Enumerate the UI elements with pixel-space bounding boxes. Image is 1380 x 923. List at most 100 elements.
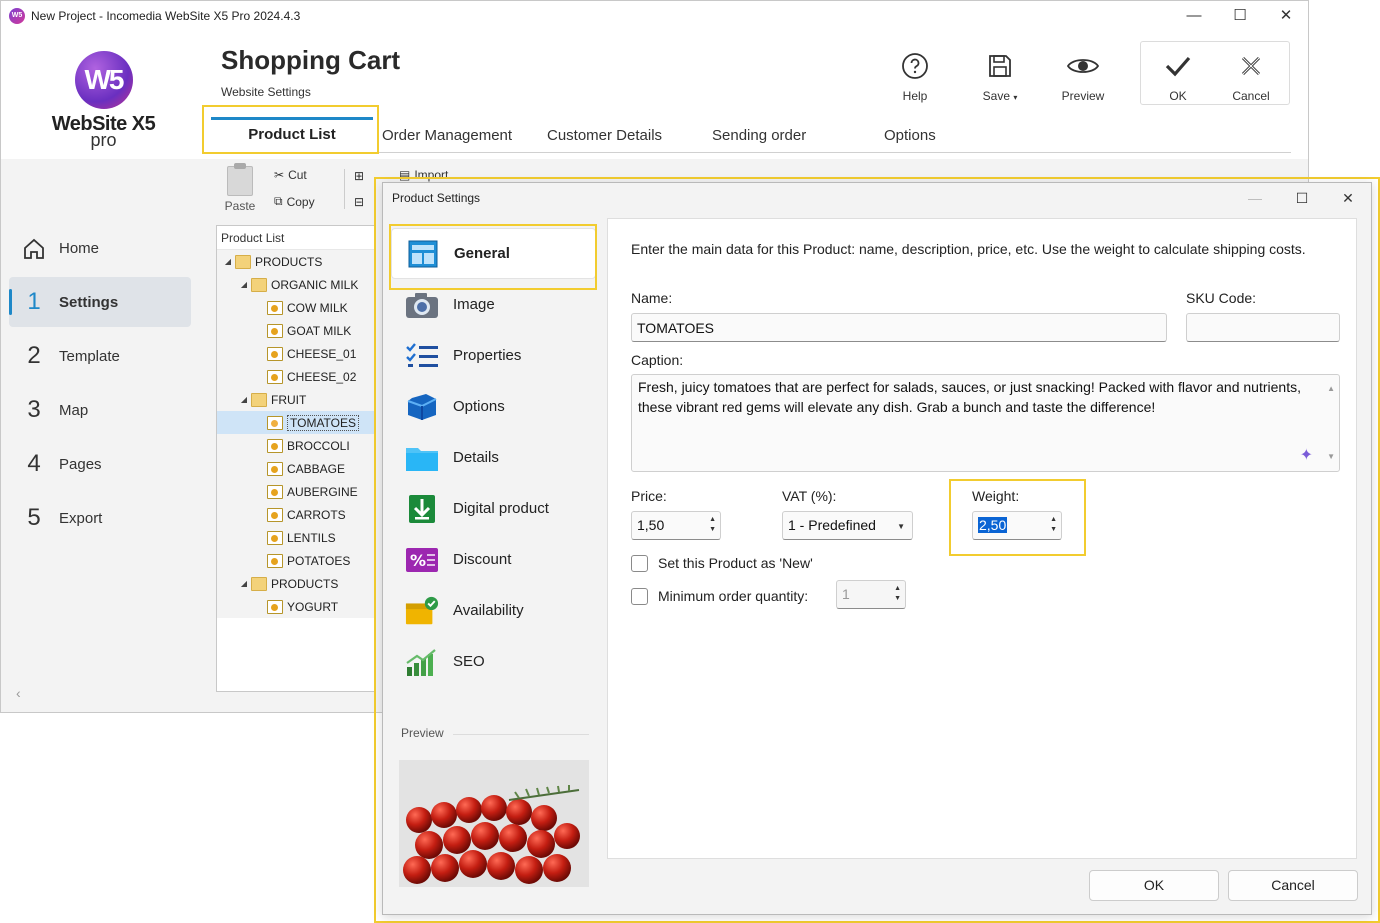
copy-button[interactable]: ⧉ Copy xyxy=(274,194,315,209)
min-order-stepper[interactable]: 1 ▲ ▼ xyxy=(836,580,906,609)
box-check-icon xyxy=(405,596,439,626)
tree-folder[interactable]: ◢ ORGANIC MILK xyxy=(217,273,375,296)
ok-button[interactable]: OK xyxy=(1148,49,1208,109)
dialog-nav-label: Discount xyxy=(453,551,512,568)
product-icon xyxy=(267,346,283,361)
scissors-icon: ✂ xyxy=(274,168,285,182)
spin-arrows-icon[interactable]: ▲ ▼ xyxy=(1050,515,1057,535)
tree-item[interactable]: YOGURT xyxy=(217,595,375,618)
price-stepper[interactable]: 1,50 ▲ ▼ xyxy=(631,511,721,540)
name-label: Name: xyxy=(631,290,673,306)
dialog-nav-seo[interactable]: SEO xyxy=(391,636,596,687)
sidebar-item-label: Template xyxy=(59,347,120,365)
sidebar-item-map[interactable]: 3 Map xyxy=(9,385,191,435)
spin-arrows-icon[interactable]: ▲ ▼ xyxy=(894,584,901,604)
tree-item[interactable]: LENTILS xyxy=(217,526,375,549)
dialog-nav-digital-product[interactable]: Digital product xyxy=(391,483,596,534)
collapse-sidebar-icon[interactable]: ‹ xyxy=(16,685,21,701)
tree-item[interactable]: COW MILK xyxy=(217,296,375,319)
dialog-nav-general[interactable]: General xyxy=(391,228,596,279)
remove-item-icon[interactable]: ⊟ xyxy=(354,195,364,209)
save-button[interactable]: Save ▾ xyxy=(970,49,1030,109)
folder-icon xyxy=(405,443,439,473)
tree-item-label: BROCCOLI xyxy=(287,438,350,453)
price-value: 1,50 xyxy=(637,517,665,533)
cut-button[interactable]: ✂ Cut xyxy=(274,168,307,182)
scroll-down-icon[interactable]: ▼ xyxy=(1327,447,1335,467)
sidebar-item-export[interactable]: 5 Export xyxy=(9,493,191,543)
preview-button[interactable]: Preview xyxy=(1053,49,1113,109)
expand-arrow-icon[interactable]: ◢ xyxy=(237,280,251,289)
sidebar-item-pages[interactable]: 4 Pages xyxy=(9,439,191,489)
min-order-checkbox[interactable] xyxy=(631,588,648,605)
expand-arrow-icon[interactable]: ◢ xyxy=(237,579,251,588)
folder-icon xyxy=(251,277,267,292)
dialog-cancel-button[interactable]: Cancel xyxy=(1228,870,1358,901)
maximize-button[interactable]: ☐ xyxy=(1217,4,1263,28)
dialog-nav-details[interactable]: Details xyxy=(391,432,596,483)
tab-order-management[interactable]: Order Management xyxy=(382,127,512,144)
tab-product-list[interactable]: Product List xyxy=(206,117,378,153)
checkmark-icon xyxy=(1148,49,1208,83)
cancel-label: Cancel xyxy=(1232,89,1270,103)
dialog-nav-options[interactable]: Options xyxy=(391,381,596,432)
minimize-button[interactable]: — xyxy=(1171,4,1217,28)
weight-value: 2,50 xyxy=(978,517,1008,533)
tree-item[interactable]: BROCCOLI xyxy=(217,434,375,457)
general-panel: Enter the main data for this Product: na… xyxy=(607,218,1357,859)
dialog-ok-button[interactable]: OK xyxy=(1089,870,1219,901)
product-icon xyxy=(267,415,283,430)
tree-item[interactable]: CHEESE_01 xyxy=(217,342,375,365)
dialog-nav-discount[interactable]: % Discount xyxy=(391,534,596,585)
dialog-nav-properties[interactable]: Properties xyxy=(391,330,596,381)
help-button[interactable]: Help xyxy=(885,49,945,109)
new-product-checkbox[interactable] xyxy=(631,555,648,572)
tree-folder[interactable]: ◢ PRODUCTS xyxy=(217,250,375,273)
dialog-maximize-button[interactable]: ☐ xyxy=(1282,187,1322,209)
sidebar-item-template[interactable]: 2 Template xyxy=(9,331,191,381)
tree-item[interactable]: AUBERGINE xyxy=(217,480,375,503)
product-preview-image xyxy=(399,760,589,887)
weight-label: Weight: xyxy=(972,488,1020,504)
dialog-close-button[interactable]: ✕ xyxy=(1328,187,1368,209)
folder-icon xyxy=(235,254,251,269)
add-item-icon[interactable]: ⊞ xyxy=(354,169,364,183)
name-input[interactable] xyxy=(631,313,1167,342)
caption-textarea[interactable]: Fresh, juicy tomatoes that are perfect f… xyxy=(631,374,1340,472)
sidebar-item-label: Settings xyxy=(59,293,119,311)
tab-sending-order[interactable]: Sending order xyxy=(712,127,806,144)
cancel-button[interactable]: Cancel xyxy=(1221,49,1281,109)
tree-folder[interactable]: ◢ FRUIT xyxy=(217,388,375,411)
sidebar-item-settings[interactable]: 1 Settings xyxy=(9,277,191,327)
dialog-nav-availability[interactable]: Availability xyxy=(391,585,596,636)
sidebar-item-home[interactable]: Home xyxy=(9,223,191,273)
app-icon: W5 xyxy=(9,8,25,24)
preview-label: Preview xyxy=(1061,89,1105,103)
tree-folder[interactable]: ◢ PRODUCTS xyxy=(217,572,375,595)
weight-stepper[interactable]: 2,50 ▲ ▼ xyxy=(972,511,1062,540)
tree-item[interactable]: CARROTS xyxy=(217,503,375,526)
expand-arrow-icon[interactable]: ◢ xyxy=(237,395,251,404)
close-button[interactable]: ✕ xyxy=(1263,4,1309,28)
camera-icon xyxy=(405,290,439,320)
tab-customer-details[interactable]: Customer Details xyxy=(547,127,662,144)
spin-arrows-icon[interactable]: ▲ ▼ xyxy=(709,515,716,535)
tree-item[interactable]: TOMATOES xyxy=(217,411,375,434)
tree-item[interactable]: GOAT MILK xyxy=(217,319,375,342)
sku-input[interactable] xyxy=(1186,313,1340,342)
ai-sparkle-icon[interactable]: ✦ xyxy=(1300,446,1313,466)
tree-item[interactable]: CABBAGE xyxy=(217,457,375,480)
title-bar: W5 New Project - Incomedia WebSite X5 Pr… xyxy=(1,1,1308,31)
vat-select[interactable]: 1 - Predefined ▼ xyxy=(782,511,913,540)
scroll-up-icon[interactable]: ▲ xyxy=(1327,379,1335,399)
dialog-nav-image[interactable]: Image xyxy=(391,279,596,330)
dialog-nav-label: Availability xyxy=(453,602,524,619)
copy-label: Copy xyxy=(286,194,315,209)
expand-arrow-icon[interactable]: ◢ xyxy=(221,257,235,266)
tree-item[interactable]: CHEESE_02 xyxy=(217,365,375,388)
dialog-nav-label: Details xyxy=(453,449,499,466)
download-icon xyxy=(405,494,439,524)
tab-options[interactable]: Options xyxy=(884,127,936,144)
tree-item[interactable]: POTATOES xyxy=(217,549,375,572)
paste-button[interactable]: Paste xyxy=(221,163,259,213)
